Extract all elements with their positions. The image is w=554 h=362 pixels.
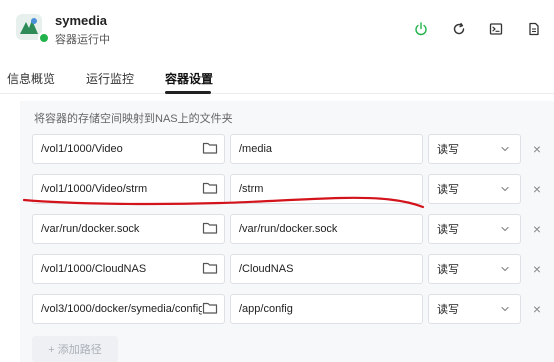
browse-folder-button[interactable]: [202, 261, 220, 277]
chevron-down-icon: [501, 146, 509, 152]
host-path-value: /vol1/1000/CloudNAS: [41, 263, 147, 275]
permission-select[interactable]: 读写: [428, 134, 521, 164]
container-path-value: /strm: [239, 183, 264, 195]
permission-value: 读写: [437, 224, 459, 236]
browse-folder-button[interactable]: [202, 301, 220, 317]
host-path-value: /vol1/1000/Video/strm: [41, 183, 148, 195]
tab-overview[interactable]: 信息概览: [7, 70, 55, 87]
refresh-icon: [453, 22, 465, 35]
container-path-value: /app/config: [239, 303, 293, 315]
host-path-input[interactable]: /vol3/1000/docker/symedia/config: [32, 294, 225, 324]
active-tab-indicator: [165, 91, 211, 94]
folder-icon: [202, 182, 218, 194]
host-path-value: /vol3/1000/docker/symedia/config: [41, 303, 205, 315]
host-path-input[interactable]: /var/run/docker.sock: [32, 214, 225, 244]
folder-icon: [202, 262, 218, 274]
section-description: 将容器的存储空间映射到NAS上的文件夹: [34, 113, 233, 125]
container-settings-panel: symedia 容器运行中 信息概览 运行监控 容器设置 将容器的存储空间映射到…: [0, 0, 554, 362]
permission-select[interactable]: 读写: [428, 174, 521, 204]
container-path-input[interactable]: /var/run/docker.sock: [230, 214, 423, 244]
container-path-value: /media: [239, 143, 273, 155]
power-button[interactable]: [411, 19, 431, 39]
chevron-down-icon: [501, 306, 509, 312]
container-path-input[interactable]: /app/config: [230, 294, 423, 324]
host-path-input[interactable]: /vol1/1000/Video/strm: [32, 174, 225, 204]
browse-folder-button[interactable]: [202, 221, 220, 237]
restart-button[interactable]: [449, 19, 469, 39]
volume-mapping-section: 将容器的存储空间映射到NAS上的文件夹 /vol1/1000/Video /me…: [20, 101, 554, 362]
log-button[interactable]: [524, 19, 544, 39]
host-path-input[interactable]: /vol1/1000/Video: [32, 134, 225, 164]
folder-icon: [202, 222, 218, 234]
remove-row-button[interactable]: ×: [530, 262, 544, 276]
host-path-input[interactable]: /vol1/1000/CloudNAS: [32, 254, 225, 284]
permission-value: 读写: [437, 144, 459, 156]
permission-select[interactable]: 读写: [428, 294, 521, 324]
permission-select[interactable]: 读写: [428, 254, 521, 284]
container-path-input[interactable]: /strm: [230, 174, 423, 204]
container-path-input[interactable]: /CloudNAS: [230, 254, 423, 284]
remove-row-button[interactable]: ×: [530, 182, 544, 196]
permission-value: 读写: [437, 184, 459, 196]
volume-row: /vol1/1000/Video /media 读写 ×: [32, 134, 554, 164]
permission-value: 读写: [437, 264, 459, 276]
folder-icon: [202, 142, 218, 154]
volume-row: /vol1/1000/Video/strm /strm 读写 ×: [32, 174, 554, 204]
terminal-button[interactable]: [486, 19, 506, 39]
container-path-value: /CloudNAS: [239, 263, 294, 275]
browse-folder-button[interactable]: [202, 141, 220, 157]
tab-bar: 信息概览 运行监控 容器设置: [0, 58, 554, 94]
chevron-down-icon: [501, 186, 509, 192]
container-path-input[interactable]: /media: [230, 134, 423, 164]
remove-row-button[interactable]: ×: [530, 222, 544, 236]
log-icon: [529, 22, 539, 36]
tab-settings[interactable]: 容器设置: [165, 70, 213, 87]
permission-value: 读写: [437, 304, 459, 316]
chevron-down-icon: [501, 266, 509, 272]
app-header: symedia 容器运行中: [0, 0, 554, 58]
remove-row-button[interactable]: ×: [530, 142, 544, 156]
power-icon: [415, 22, 427, 36]
folder-icon: [202, 302, 218, 314]
remove-row-button[interactable]: ×: [530, 302, 544, 316]
app-name: symedia: [55, 13, 108, 28]
host-path-value: /vol1/1000/Video: [41, 143, 123, 155]
container-path-value: /var/run/docker.sock: [239, 223, 338, 235]
terminal-icon: [489, 23, 503, 35]
tab-monitor[interactable]: 运行监控: [86, 70, 134, 87]
running-status-dot: [38, 32, 50, 44]
volume-row: /vol1/1000/CloudNAS /CloudNAS 读写 ×: [32, 254, 554, 284]
app-status-text: 容器运行中: [55, 34, 110, 46]
host-path-value: /var/run/docker.sock: [41, 223, 140, 235]
volume-row: /vol3/1000/docker/symedia/config /app/co…: [32, 294, 554, 324]
chevron-down-icon: [501, 226, 509, 232]
volume-row: /var/run/docker.sock /var/run/docker.soc…: [32, 214, 554, 244]
browse-folder-button[interactable]: [202, 181, 220, 197]
add-path-button[interactable]: + 添加路径: [32, 336, 118, 362]
permission-select[interactable]: 读写: [428, 214, 521, 244]
